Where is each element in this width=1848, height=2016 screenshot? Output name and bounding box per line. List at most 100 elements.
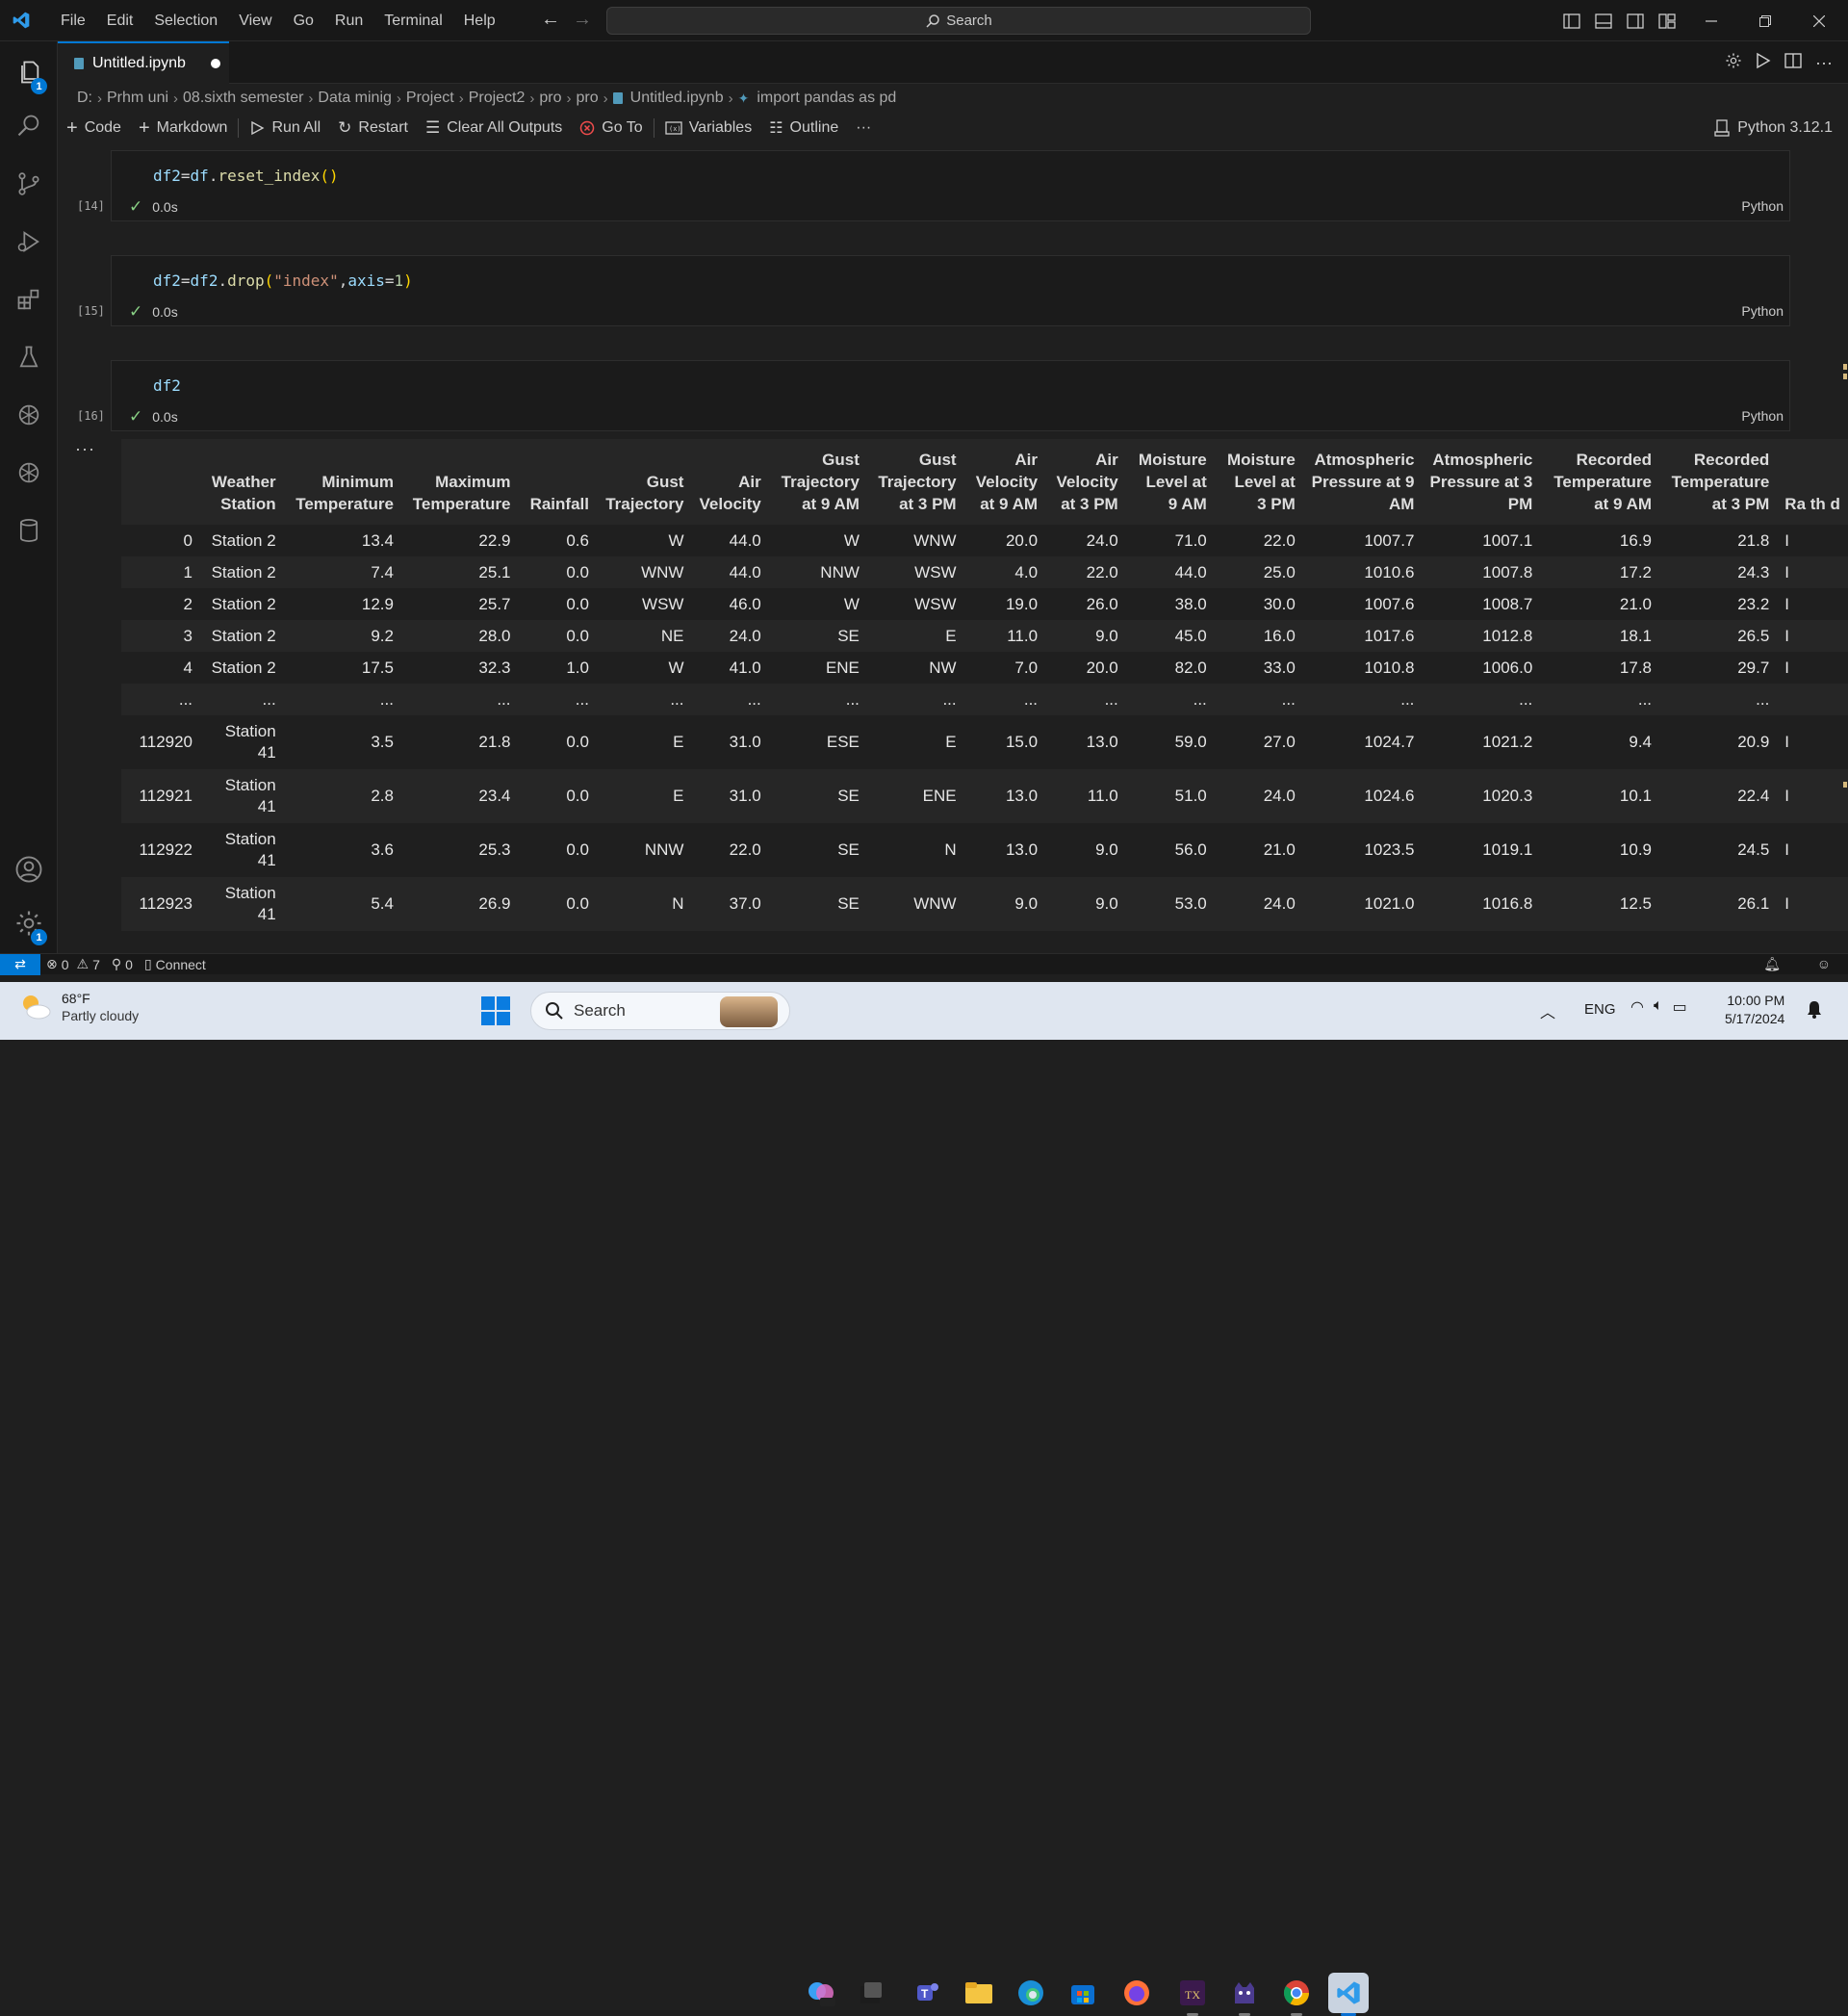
tex-editor-icon[interactable]: TX [1172, 1973, 1213, 2016]
extensions-icon[interactable] [0, 272, 58, 326]
manage-gear-icon[interactable]: 1 [0, 896, 58, 950]
code-cell[interactable]: df2=df2.drop("index",axis=1) ✓ 0.0s Pytho… [111, 255, 1790, 326]
code-token: "index" [273, 271, 339, 290]
show-hidden-icons-chevron-icon[interactable]: ︿ [1540, 999, 1555, 1022]
account-icon[interactable] [0, 842, 58, 896]
column-header: Rainfall [518, 439, 597, 525]
windows-start-icon[interactable] [481, 996, 510, 1030]
breadcrumb-item[interactable]: Untitled.ipynb [630, 90, 724, 107]
explorer-icon[interactable]: 1 [0, 45, 58, 99]
run-file-play-icon[interactable] [1756, 52, 1771, 74]
breadcrumb-item[interactable]: D: [77, 90, 92, 107]
cell-code[interactable]: df2=df.reset_index() [153, 167, 339, 185]
copilot-icon[interactable] [801, 1973, 841, 2013]
unsaved-dot-icon[interactable] [210, 59, 220, 68]
code-cell[interactable]: df2 ✓ 0.0s Python [111, 360, 1790, 431]
ports-indicator[interactable]: ⚲ 0 [106, 956, 139, 972]
clear-all-outputs-button[interactable]: ☰ Clear All Outputs [417, 115, 571, 142]
menu-terminal[interactable]: Terminal [373, 0, 452, 41]
go-to-button[interactable]: Go To [571, 115, 651, 142]
notification-center-icon[interactable] [1806, 999, 1823, 1023]
breadcrumb-item[interactable]: pro [539, 90, 561, 107]
taskbar-search-box[interactable]: Search [530, 992, 790, 1030]
activity-bar: 1 1 [0, 41, 58, 953]
breadcrumb-item[interactable]: Project2 [469, 90, 526, 107]
more-toolbar-actions-button[interactable]: ··· [847, 115, 880, 142]
kernel-picker[interactable]: Python 3.12.1 [1714, 112, 1833, 144]
search-icon[interactable] [0, 99, 58, 153]
toggle-primary-sidebar-icon[interactable] [1555, 0, 1587, 41]
breadcrumb-item[interactable]: import pandas as pd [757, 90, 896, 107]
forward-arrow-icon[interactable]: → [567, 9, 598, 31]
notifications-bell-icon[interactable]: 🔔︎ [1763, 956, 1781, 972]
menu-view[interactable]: View [228, 0, 282, 41]
minimize-icon[interactable] [1684, 0, 1738, 41]
toggle-secondary-sidebar-icon[interactable] [1619, 0, 1651, 41]
restore-icon[interactable] [1738, 0, 1792, 41]
database-icon[interactable] [0, 504, 58, 557]
edge-icon[interactable] [1011, 1973, 1051, 2013]
github-desktop-icon[interactable] [1224, 1973, 1265, 2016]
firefox-icon[interactable] [1116, 1973, 1157, 2013]
outline-button[interactable]: ☷ Outline [760, 115, 847, 142]
command-center-search[interactable]: Search [606, 7, 1311, 35]
menu-run[interactable]: Run [324, 0, 373, 41]
menu-help[interactable]: Help [453, 0, 506, 41]
split-editor-icon[interactable] [1784, 52, 1802, 73]
menu-edit[interactable]: Edit [96, 0, 144, 41]
error-circle-icon [580, 120, 595, 136]
restart-button[interactable]: ↻ Restart [329, 115, 417, 142]
menu-selection[interactable]: Selection [143, 0, 228, 41]
breadcrumb-item[interactable]: Data minig [318, 90, 391, 107]
add-markdown-cell-button[interactable]: + Markdown [130, 115, 237, 142]
breadcrumb-item[interactable]: Prhm uni [107, 90, 168, 107]
cell-code[interactable]: df2 [153, 376, 181, 395]
feedback-icon[interactable]: ☺ [1817, 956, 1831, 971]
cell-language[interactable]: Python [1741, 408, 1784, 424]
table-cell: ... [518, 684, 597, 715]
more-actions-icon[interactable]: ··· [1815, 53, 1833, 73]
chatgpt-icon[interactable] [0, 388, 58, 442]
run-all-button[interactable]: Run All [241, 115, 329, 142]
menu-file[interactable]: File [50, 0, 96, 41]
weather-widget[interactable]: 68°F Partly cloudy [19, 990, 139, 1024]
table-cell: 31.0 [729, 733, 761, 751]
file-explorer-icon[interactable] [959, 1973, 999, 2013]
input-language[interactable]: ENG [1584, 1001, 1616, 1018]
system-tray[interactable]: ◠ 🔈︎ ▭ [1630, 997, 1687, 1017]
table-cell: I [1784, 594, 1790, 613]
breadcrumb-item[interactable]: pro [577, 90, 599, 107]
close-icon[interactable] [1792, 0, 1846, 41]
source-control-icon[interactable] [0, 157, 58, 211]
table-row: 3 Station 2 9.2 28.0 0.0 NE 24.0 SE E 11.0 9.0 45.0… [121, 620, 1848, 652]
remote-indicator-icon[interactable]: ⇄ [0, 953, 40, 975]
testing-flask-icon[interactable] [0, 330, 58, 384]
task-view-icon[interactable] [851, 1973, 891, 2013]
clock[interactable]: 10:00 PM 5/17/2024 [1725, 992, 1784, 1028]
vscode-taskbar-icon[interactable] [1328, 1973, 1369, 2016]
customize-layout-icon[interactable] [1651, 0, 1682, 41]
cell-code[interactable]: df2=df2.drop("index",axis=1) [153, 271, 413, 290]
cell-language[interactable]: Python [1741, 198, 1784, 214]
table-cell: 28.0 [400, 620, 519, 652]
breadcrumb-item[interactable]: Project [406, 90, 454, 107]
microsoft-store-icon[interactable] [1063, 1973, 1103, 2013]
variables-button[interactable]: (x) Variables [656, 115, 761, 142]
menu-go[interactable]: Go [283, 0, 324, 41]
back-arrow-icon[interactable]: ← [535, 9, 566, 31]
add-code-cell-button[interactable]: + Code [58, 115, 130, 142]
cell-language[interactable]: Python [1741, 303, 1784, 319]
notebook-settings-gear-icon[interactable] [1725, 52, 1742, 74]
code-cell[interactable]: df2=df.reset_index() ✓ 0.0s Python [111, 150, 1790, 221]
tab-untitled-ipynb[interactable]: Untitled.ipynb [58, 41, 229, 84]
connect-button[interactable]: ▯ Connect [139, 956, 212, 972]
toggle-panel-icon[interactable] [1587, 0, 1619, 41]
output-actions-button[interactable]: ··· [75, 439, 95, 459]
run-debug-icon[interactable] [0, 215, 58, 269]
teams-icon[interactable]: T [907, 1973, 947, 2013]
breadcrumb-item[interactable]: 08.sixth semester [183, 90, 303, 107]
ports-count: 0 [125, 956, 133, 972]
openai-icon[interactable] [0, 446, 58, 500]
chrome-icon[interactable] [1276, 1973, 1317, 2016]
problems-indicator[interactable]: ⊗ 0 ⚠ 7 [40, 956, 106, 972]
